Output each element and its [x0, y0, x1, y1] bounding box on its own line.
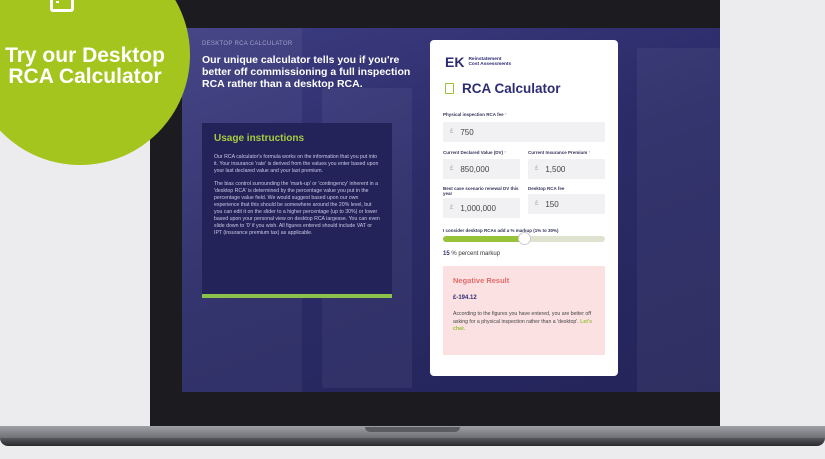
laptop-notch [365, 427, 460, 432]
card-paragraph: Our RCA calculator's formula works on th… [214, 154, 379, 174]
markup-value: 15 [443, 251, 450, 257]
premium-label: Current Insurance Premium [528, 150, 588, 155]
declared-value: 850,000 [460, 164, 490, 174]
calculator-icon [50, 0, 74, 12]
page-kicker: DESKTOP RCA CALCULATOR [202, 41, 293, 47]
badge-text: Try our Desktop RCA Calculator [5, 44, 165, 88]
slider-fill [443, 236, 524, 242]
physical-fee-input[interactable]: £ 750 [443, 122, 605, 142]
laptop-screen: DESKTOP RCA CALCULATOR Our unique calcul… [182, 28, 720, 392]
calculator-title: RCA Calculator [462, 81, 561, 96]
card-title: Usage instructions [214, 133, 305, 144]
desktop-fee-value: 150 [545, 199, 559, 209]
best-case-label: Best case scenario renewal DV this year [443, 186, 519, 196]
calculator-icon [445, 83, 454, 94]
result-title: Negative Result [453, 276, 510, 285]
laptop-base-edge [0, 438, 825, 446]
physical-fee-label: Physical inspection RCA fee [443, 112, 504, 117]
best-case-input[interactable]: £ 1,000,000 [443, 198, 520, 218]
card-paragraph: The bias control surrounding the 'mark-u… [214, 181, 380, 236]
rca-calculator-panel: EK Reinstatement Cost Assessments RCA Ca… [430, 40, 618, 376]
slider-label: I consider desktop RCAs add a % markup (… [443, 228, 559, 233]
best-case-value: 1,000,000 [460, 203, 496, 213]
markup-suffix: % percent markup [451, 251, 501, 257]
brand-logo: EK Reinstatement Cost Assessments [445, 54, 511, 70]
desktop-fee-input[interactable]: £ 150 [528, 194, 605, 214]
declared-value-input[interactable]: £ 850,000 [443, 159, 520, 179]
desktop-fee-label: Desktop RCA fee [528, 186, 565, 191]
usage-instructions-card: Usage instructions Our RCA calculator's … [202, 123, 392, 298]
result-amount: £-194.12 [453, 295, 477, 301]
result-box: Negative Result £-194.12 According to th… [443, 266, 605, 355]
premium-input[interactable]: £ 1,500 [528, 159, 605, 179]
logo-mark: EK [445, 54, 465, 70]
required-mark: * [504, 112, 507, 117]
slider-handle[interactable] [518, 232, 531, 245]
physical-fee-value: 750 [460, 127, 474, 137]
building-bg [637, 48, 720, 392]
page-headline: Our unique calculator tells you if you'r… [202, 54, 411, 90]
result-text: According to the figures you have entere… [453, 311, 592, 325]
markup-slider[interactable] [443, 232, 605, 245]
premium-value: 1,500 [545, 164, 566, 174]
currency-symbol: £ [450, 129, 454, 135]
logo-line2: Cost Assessments [468, 62, 512, 67]
declared-value-label: Current Declared Value (DV) [443, 150, 504, 155]
